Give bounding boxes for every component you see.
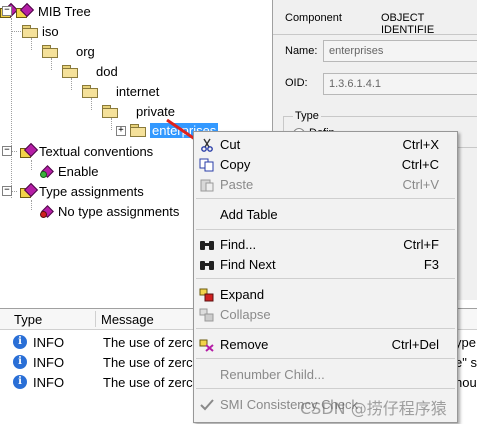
log-type: INFO bbox=[33, 355, 65, 370]
info-icon: i bbox=[13, 335, 27, 349]
menu-item-shortcut: Ctrl+V bbox=[402, 177, 439, 192]
component-value: OBJECT IDENTIFIE bbox=[381, 12, 435, 36]
remove-icon bbox=[199, 339, 214, 352]
menu-item-expand[interactable]: Expand bbox=[194, 285, 457, 305]
tree-node-textual-conventions[interactable]: Textual conventions bbox=[20, 142, 153, 160]
collapse-icon bbox=[199, 308, 214, 322]
tree-label: Type assignments bbox=[39, 183, 144, 199]
tree-node-internet[interactable]: internet bbox=[82, 82, 159, 100]
tree-label: No type assignments bbox=[58, 203, 180, 219]
menu-item-shortcut: Ctrl+F bbox=[403, 237, 439, 252]
tree-node-no-type-assignments[interactable]: No type assignments bbox=[40, 202, 179, 220]
paste-icon bbox=[200, 179, 214, 192]
folder-open-icon bbox=[22, 25, 38, 38]
menu-item-cut[interactable]: Cut Ctrl+X bbox=[194, 135, 457, 155]
log-message-tail: houl bbox=[455, 375, 477, 390]
check-icon bbox=[200, 399, 214, 411]
tree-node-mib-tree[interactable]: MIB Tree bbox=[0, 2, 91, 20]
oid-label: OID: bbox=[285, 77, 308, 89]
copy-icon bbox=[199, 158, 214, 172]
log-message: The use of zerc bbox=[103, 355, 193, 370]
type-assignment-icon bbox=[40, 205, 54, 218]
menu-item-label: Remove bbox=[220, 337, 269, 352]
menu-item-add-table[interactable]: Add Table bbox=[194, 205, 457, 225]
collapse-toggle-icon[interactable]: − bbox=[2, 186, 12, 196]
scissors-icon bbox=[201, 138, 213, 152]
mib-module-icon bbox=[16, 2, 35, 18]
tree-node-type-assignments[interactable]: Type assignments bbox=[20, 182, 144, 200]
folder-icon bbox=[130, 124, 146, 137]
type-assignments-icon bbox=[20, 182, 39, 198]
watermark: CSDN @捞仔程序猿 bbox=[300, 399, 447, 418]
component-label: Component bbox=[285, 12, 342, 24]
tree-node-iso[interactable]: iso bbox=[22, 22, 59, 40]
menu-item-paste[interactable]: Paste Ctrl+V bbox=[194, 175, 457, 195]
collapse-toggle-icon[interactable]: − bbox=[2, 146, 12, 156]
tree-node-dod[interactable]: dod bbox=[62, 62, 118, 80]
tree-label: Textual conventions bbox=[39, 143, 154, 159]
oid-field[interactable]: 1.3.6.1.4.1 bbox=[323, 73, 477, 95]
menu-item-label: Renumber Child... bbox=[220, 367, 325, 382]
log-message-tail: ype bbox=[455, 335, 476, 350]
menu-item-label: Copy bbox=[220, 157, 251, 172]
binoculars-next-icon bbox=[200, 261, 214, 270]
menu-item-label: Collapse bbox=[220, 307, 271, 322]
menu-item-label: Find... bbox=[220, 237, 257, 252]
name-label: Name: bbox=[285, 45, 318, 57]
menu-item-label: Expand bbox=[220, 287, 265, 302]
menu-item-label: Add Table bbox=[220, 207, 278, 222]
log-message: The use of zerc bbox=[103, 375, 193, 390]
tree-label: private bbox=[136, 103, 176, 119]
menu-item-renumber-child[interactable]: Renumber Child... bbox=[194, 365, 457, 385]
tree-label: internet bbox=[116, 83, 160, 99]
folder-open-icon bbox=[82, 85, 98, 98]
menu-item-remove[interactable]: Remove Ctrl+Del bbox=[194, 335, 457, 355]
tree-label: MIB Tree bbox=[38, 3, 91, 19]
tree-label: iso bbox=[42, 23, 59, 39]
folder-open-icon bbox=[42, 45, 58, 58]
menu-item-find-next[interactable]: Find Next F3 bbox=[194, 255, 457, 275]
folder-open-icon bbox=[102, 105, 118, 118]
type-group-label: Type bbox=[293, 110, 321, 122]
menu-item-collapse[interactable]: Collapse bbox=[194, 305, 457, 325]
expand-toggle-icon[interactable]: + bbox=[116, 126, 126, 136]
info-icon: i bbox=[13, 375, 27, 389]
menu-item-label: Cut bbox=[220, 137, 241, 152]
name-field[interactable]: enterprises bbox=[323, 40, 477, 62]
menu-item-shortcut: Ctrl+X bbox=[402, 137, 439, 152]
column-type[interactable]: Type bbox=[14, 312, 42, 327]
tree-node-org[interactable]: org bbox=[42, 42, 95, 60]
menu-item-shortcut: Ctrl+Del bbox=[391, 337, 439, 352]
folder-open-icon bbox=[62, 65, 78, 78]
tree-label: org bbox=[76, 43, 95, 59]
context-menu: Cut Ctrl+X Copy Ctrl+C Paste Ctrl+V Add … bbox=[193, 131, 458, 423]
expand-icon bbox=[199, 288, 214, 302]
menu-item-find[interactable]: Find... Ctrl+F bbox=[194, 235, 457, 255]
menu-item-label: Paste bbox=[220, 177, 254, 192]
tree-label: dod bbox=[96, 63, 118, 79]
log-message-tail: e" s bbox=[455, 355, 477, 370]
collapse-toggle-icon[interactable]: − bbox=[2, 6, 12, 16]
info-icon: i bbox=[13, 355, 27, 369]
log-message: The use of zerc bbox=[103, 335, 193, 350]
textual-convention-icon bbox=[40, 165, 54, 178]
column-message[interactable]: Message bbox=[101, 312, 154, 327]
textual-conventions-icon bbox=[20, 142, 39, 158]
menu-item-shortcut: F3 bbox=[423, 257, 439, 272]
tree-node-enable[interactable]: Enable bbox=[40, 162, 98, 180]
log-type: INFO bbox=[33, 335, 65, 350]
menu-item-shortcut: Ctrl+C bbox=[401, 157, 439, 172]
tree-label: Enable bbox=[58, 163, 99, 179]
log-type: INFO bbox=[33, 375, 65, 390]
binoculars-icon bbox=[200, 241, 214, 250]
menu-item-label: Find Next bbox=[220, 257, 276, 272]
menu-item-copy[interactable]: Copy Ctrl+C bbox=[194, 155, 457, 175]
